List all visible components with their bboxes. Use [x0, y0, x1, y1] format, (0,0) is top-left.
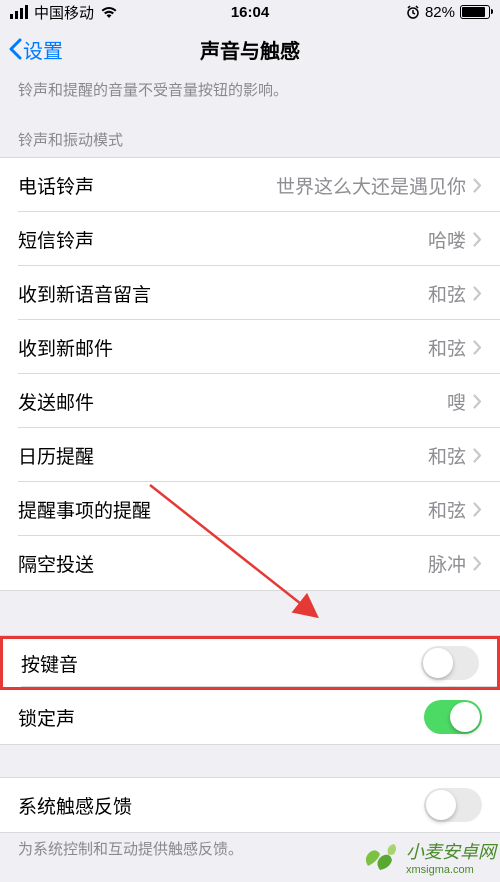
chevron-right-icon — [473, 448, 482, 463]
watermark-logo-icon — [358, 836, 400, 878]
watermark-text: 小麦安卓网 — [406, 838, 496, 864]
haptics-group: 系统触感反馈 — [0, 777, 500, 833]
status-bar: 中国移动 16:04 82% — [0, 0, 500, 24]
row-keyboard-clicks: 按键音 — [0, 636, 500, 690]
chevron-right-icon — [473, 502, 482, 517]
system-haptics-toggle[interactable] — [424, 788, 482, 822]
lock-sound-toggle[interactable] — [424, 700, 482, 734]
chevron-right-icon — [473, 556, 482, 571]
ringtone-group: 电话铃声 世界这么大还是遇见你 短信铃声 哈喽 收到新语音留言 和弦 收到新邮件… — [0, 157, 500, 591]
row-value: 和弦 — [428, 442, 466, 469]
carrier-label: 中国移动 — [34, 2, 94, 23]
row-value: 嗖 — [447, 388, 466, 415]
page-title: 声音与触感 — [200, 35, 300, 64]
watermark-url: xmsigma.com — [406, 864, 496, 876]
chevron-right-icon — [473, 178, 482, 193]
row-value: 和弦 — [428, 496, 466, 523]
row-ringtone[interactable]: 电话铃声 世界这么大还是遇见你 — [0, 158, 500, 212]
row-calendar[interactable]: 日历提醒 和弦 — [0, 428, 500, 482]
row-lock-sound: 锁定声 — [0, 690, 500, 744]
chevron-right-icon — [473, 394, 482, 409]
row-reminder[interactable]: 提醒事项的提醒 和弦 — [0, 482, 500, 536]
battery-icon — [460, 5, 490, 19]
section-ringtone-header: 铃声和振动模式 — [0, 107, 500, 157]
back-label: 设置 — [23, 35, 63, 64]
row-text-tone[interactable]: 短信铃声 哈喽 — [0, 212, 500, 266]
clock: 16:04 — [231, 4, 269, 21]
row-label: 收到新邮件 — [18, 334, 113, 361]
back-button[interactable]: 设置 — [8, 35, 63, 64]
volume-hint: 铃声和提醒的音量不受音量按钮的影响。 — [0, 74, 500, 107]
row-value: 和弦 — [428, 280, 466, 307]
row-label: 日历提醒 — [18, 442, 94, 469]
row-label: 电话铃声 — [18, 172, 94, 199]
battery-percent: 82% — [425, 4, 455, 21]
chevron-right-icon — [473, 340, 482, 355]
row-value: 和弦 — [428, 334, 466, 361]
alarm-icon — [406, 5, 420, 19]
row-label: 提醒事项的提醒 — [18, 496, 151, 523]
row-value: 脉冲 — [428, 550, 466, 577]
row-new-mail[interactable]: 收到新邮件 和弦 — [0, 320, 500, 374]
watermark: 小麦安卓网 xmsigma.com — [358, 836, 496, 878]
sound-toggles-group: 按键音 锁定声 — [0, 635, 500, 745]
row-system-haptics: 系统触感反馈 — [0, 778, 500, 832]
signal-icon — [10, 5, 28, 19]
row-value: 哈喽 — [428, 226, 466, 253]
nav-bar: 设置 声音与触感 — [0, 24, 500, 74]
keyboard-clicks-toggle[interactable] — [421, 646, 479, 680]
chevron-left-icon — [8, 38, 23, 60]
row-label: 短信铃声 — [18, 226, 94, 253]
row-label: 发送邮件 — [18, 388, 94, 415]
row-label: 收到新语音留言 — [18, 280, 151, 307]
row-label: 锁定声 — [18, 704, 75, 731]
row-label: 按键音 — [21, 650, 78, 677]
row-value: 世界这么大还是遇见你 — [276, 172, 466, 199]
row-airdrop[interactable]: 隔空投送 脉冲 — [0, 536, 500, 590]
row-label: 隔空投送 — [18, 550, 94, 577]
row-label: 系统触感反馈 — [18, 792, 132, 819]
row-sent-mail[interactable]: 发送邮件 嗖 — [0, 374, 500, 428]
wifi-icon — [100, 6, 118, 19]
chevron-right-icon — [473, 232, 482, 247]
chevron-right-icon — [473, 286, 482, 301]
row-voicemail[interactable]: 收到新语音留言 和弦 — [0, 266, 500, 320]
